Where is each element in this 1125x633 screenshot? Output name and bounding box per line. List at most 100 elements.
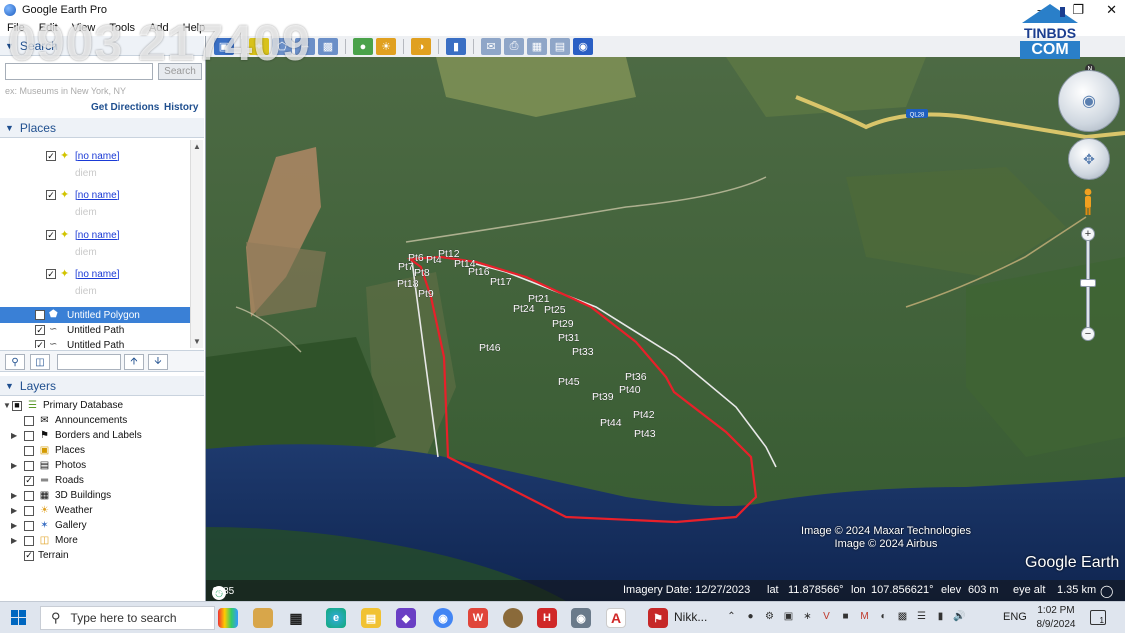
edge-browser-icon[interactable]: e: [326, 608, 346, 628]
layer-item[interactable]: ▶ ⚑ Borders and Labels: [11, 428, 142, 443]
books-app-icon[interactable]: [218, 608, 238, 628]
list-item[interactable]: ✓ ✦ [no name]: [46, 227, 204, 243]
satellite-imagery[interactable]: Pt6 Pt7 Pt4 Pt12 Pt14 Pt8 Pt16 Pt18 Pt9 …: [206, 57, 1125, 601]
checkbox[interactable]: ■: [12, 400, 22, 411]
place-name[interactable]: [no name]: [75, 269, 119, 280]
expand-icon[interactable]: ▶: [11, 431, 20, 440]
layer-item[interactable]: ▶ ☀ Weather: [11, 503, 93, 518]
layer-item[interactable]: ▶ ◫ More: [11, 533, 78, 548]
checkbox[interactable]: [24, 460, 34, 471]
print-icon[interactable]: ⎙: [504, 38, 524, 55]
checkbox[interactable]: [24, 415, 34, 426]
task-view-icon[interactable]: ▦: [286, 608, 306, 628]
h-app-icon[interactable]: H: [537, 608, 557, 628]
path-name[interactable]: Untitled Path: [67, 325, 124, 336]
list-item[interactable]: ✓ ✦ [no name]: [46, 266, 204, 282]
tray-app-icon[interactable]: ◐: [877, 610, 890, 623]
notification-center-icon[interactable]: 1: [1090, 610, 1106, 625]
checkbox[interactable]: ✓: [24, 550, 34, 561]
expand-icon[interactable]: ▶: [11, 461, 20, 470]
bluetooth-icon[interactable]: ∗: [801, 610, 814, 623]
look-joystick[interactable]: ◉: [1058, 70, 1120, 132]
battery-icon[interactable]: ▮: [934, 610, 947, 623]
checkbox[interactable]: [24, 520, 34, 531]
google-earth-taskbar-icon[interactable]: ◉: [571, 608, 591, 628]
brave-browser-icon[interactable]: W: [468, 608, 488, 628]
places-filter-input[interactable]: [57, 354, 121, 370]
taskbar-app-label[interactable]: Nikk...: [674, 610, 707, 624]
zoom-in-button[interactable]: +: [1081, 227, 1095, 241]
record-tour-icon[interactable]: ●: [353, 38, 373, 55]
place-name[interactable]: [no name]: [75, 230, 119, 241]
checkbox[interactable]: ✓: [35, 325, 45, 335]
tray-app-icon[interactable]: ■: [839, 610, 852, 623]
map-view[interactable]: Pt6 Pt7 Pt4 Pt12 Pt14 Pt8 Pt16 Pt18 Pt9 …: [206, 57, 1125, 601]
taskbar-search-box[interactable]: ⚲ Type here to search: [40, 606, 215, 630]
checkbox[interactable]: [24, 490, 34, 501]
checkbox[interactable]: ✓: [46, 269, 56, 279]
tray-app-icon[interactable]: M: [858, 610, 871, 623]
checkbox[interactable]: [24, 505, 34, 516]
layer-item[interactable]: ▣ Places: [24, 443, 85, 458]
layer-primary-database[interactable]: ▼ ■ ☰ Primary Database: [3, 398, 123, 413]
place-name[interactable]: [no name]: [75, 151, 119, 162]
expand-icon[interactable]: ▶: [11, 536, 20, 545]
tray-app-icon[interactable]: ▣: [782, 610, 795, 623]
input-language[interactable]: ENG: [1003, 611, 1027, 623]
sunlight-icon[interactable]: ◑: [411, 38, 431, 55]
places-panel-header[interactable]: ▼ Places: [0, 118, 204, 138]
chrome-icon[interactable]: ◉: [433, 608, 453, 628]
wifi-icon[interactable]: ☰: [915, 610, 928, 623]
history-link[interactable]: History: [164, 102, 198, 113]
list-item[interactable]: ✓ ✦ [no name]: [46, 187, 204, 203]
view-in-maps-icon[interactable]: ▤: [550, 38, 570, 55]
tray-app-icon[interactable]: ⚙: [763, 610, 776, 623]
move-joystick[interactable]: ✥: [1068, 138, 1110, 180]
street-view-pegman-icon[interactable]: [1083, 188, 1093, 216]
checkbox[interactable]: ✓: [46, 151, 56, 161]
checkbox[interactable]: ✓: [35, 310, 45, 320]
polygon-name[interactable]: Untitled Polygon: [67, 310, 140, 321]
expand-icon[interactable]: ▶: [11, 521, 20, 530]
ruler-icon[interactable]: ▮: [446, 38, 466, 55]
tray-app-icon[interactable]: V: [820, 610, 833, 623]
expand-icon[interactable]: ▶: [11, 491, 20, 500]
scroll-down-icon[interactable]: ▼: [193, 337, 201, 346]
tray-app-icon[interactable]: ▩: [896, 610, 909, 623]
chevron-up-icon[interactable]: ⌃: [725, 610, 738, 623]
collapse-triangle-icon[interactable]: ▼: [5, 123, 14, 133]
zoom-slider-handle[interactable]: [1080, 279, 1096, 287]
email-icon[interactable]: ✉: [481, 38, 501, 55]
windows-start-icon[interactable]: [11, 610, 27, 626]
add-overlay-icon[interactable]: ▩: [318, 38, 338, 55]
list-item[interactable]: ✓ ✦ [no name]: [46, 148, 204, 164]
taskbar-clock[interactable]: 1:02 PM 8/9/2024: [1034, 604, 1078, 632]
checkbox[interactable]: [24, 445, 34, 456]
app-icon[interactable]: [503, 608, 523, 628]
layer-item[interactable]: ▶ ▤ Photos: [11, 458, 86, 473]
move-down-icon[interactable]: 🡫: [148, 354, 168, 370]
historical-imagery-icon[interactable]: ☀: [376, 38, 396, 55]
acrobat-icon[interactable]: A: [606, 608, 626, 628]
layer-item[interactable]: ▶ ▦ 3D Buildings: [11, 488, 111, 503]
checkbox[interactable]: ✓: [46, 230, 56, 240]
checkbox[interactable]: [24, 535, 34, 546]
layers-panel-header[interactable]: ▼ Layers: [0, 376, 204, 396]
place-name[interactable]: [no name]: [75, 190, 119, 201]
get-directions-link[interactable]: Get Directions: [91, 102, 159, 113]
earth-gallery-icon[interactable]: ◉: [573, 38, 593, 55]
zoom-out-button[interactable]: −: [1081, 327, 1095, 341]
layer-item[interactable]: ✓ Terrain: [24, 548, 69, 563]
path-name[interactable]: Untitled Path: [67, 340, 124, 349]
app-icon[interactable]: ◆: [396, 608, 416, 628]
speaker-icon[interactable]: 🔊: [953, 610, 966, 623]
file-explorer-icon[interactable]: ▤: [361, 608, 381, 628]
widget-app-icon[interactable]: [253, 608, 273, 628]
scroll-up-icon[interactable]: ▲: [193, 142, 201, 151]
panel-toggle-icon[interactable]: ◫: [30, 354, 50, 370]
save-image-icon[interactable]: ▦: [527, 38, 547, 55]
layer-item[interactable]: ▶ ✶ Gallery: [11, 518, 87, 533]
move-up-icon[interactable]: 🡩: [124, 354, 144, 370]
list-item[interactable]: ✓ ∽ Untitled Path: [35, 337, 204, 348]
nikki-app-icon[interactable]: ⚑: [648, 608, 668, 628]
